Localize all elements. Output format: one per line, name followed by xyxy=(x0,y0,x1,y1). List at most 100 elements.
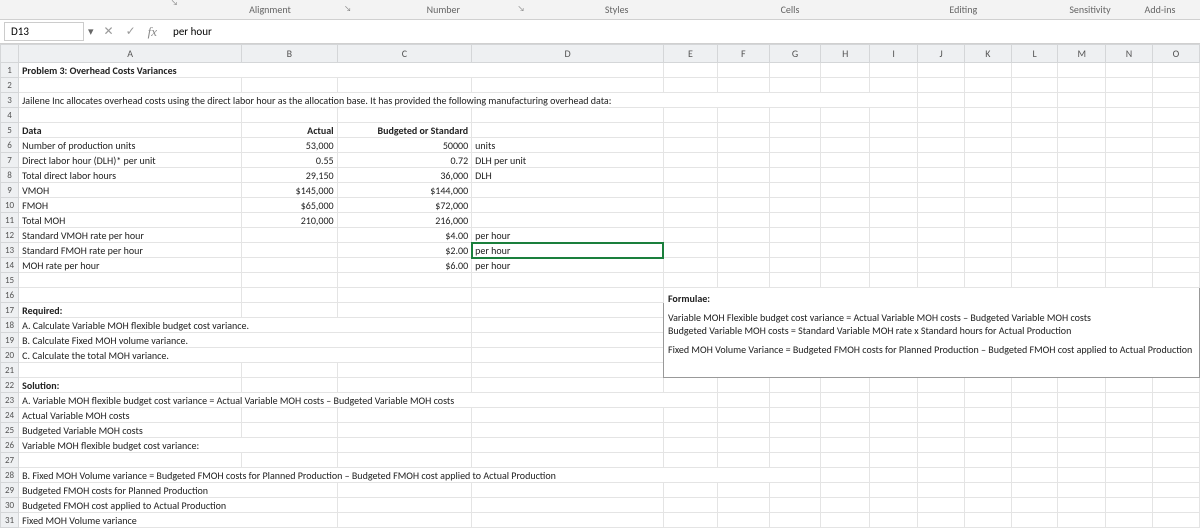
cell[interactable]: Required: xyxy=(19,303,242,318)
row-header[interactable]: 13 xyxy=(1,243,19,258)
row-header[interactable]: 7 xyxy=(1,153,19,168)
cell[interactable]: $72,000 xyxy=(337,198,472,213)
cell[interactable]: per hour xyxy=(472,258,664,273)
cell[interactable]: 50000 xyxy=(337,138,472,153)
row-header[interactable]: 9 xyxy=(1,183,19,198)
col-header[interactable]: C xyxy=(337,45,472,63)
cell[interactable]: Problem 3: Overhead Costs Variances xyxy=(19,63,664,78)
active-cell[interactable]: per hour xyxy=(472,243,664,258)
confirm-icon[interactable]: ✓ xyxy=(122,24,140,39)
select-all-corner[interactable] xyxy=(1,45,19,63)
col-header[interactable]: M xyxy=(1058,45,1106,63)
cell[interactable]: units xyxy=(472,138,664,153)
cell[interactable]: $4.00 xyxy=(337,228,472,243)
row-header[interactable]: 27 xyxy=(1,453,19,468)
col-header[interactable]: K xyxy=(965,45,1012,63)
col-header[interactable]: A xyxy=(19,45,242,63)
row-header[interactable]: 15 xyxy=(1,273,19,288)
cell[interactable]: B. Calculate Fixed MOH volume variance. xyxy=(19,333,472,348)
cell[interactable]: per hour xyxy=(472,228,664,243)
cell[interactable]: Budgeted FMOH costs for Planned Producti… xyxy=(19,483,338,498)
cell[interactable]: B. Fixed MOH Volume variance = Budgeted … xyxy=(19,468,821,483)
col-header[interactable]: F xyxy=(717,45,769,63)
col-header[interactable]: E xyxy=(663,45,717,63)
formula-input[interactable]: per hour xyxy=(167,23,1200,40)
cell[interactable]: Number of production units xyxy=(19,138,242,153)
row-header[interactable]: 19 xyxy=(1,333,19,348)
cell[interactable]: 216,000 xyxy=(337,213,472,228)
cell[interactable]: DLH xyxy=(472,168,664,183)
cell[interactable]: $145,000 xyxy=(242,183,338,198)
worksheet-grid[interactable]: A B C D E F G H I J K L M N O 1 Problem … xyxy=(0,44,1200,528)
row-header[interactable]: 8 xyxy=(1,168,19,183)
cell[interactable]: Budgeted Variable MOH costs xyxy=(19,423,242,438)
col-header[interactable]: H xyxy=(821,45,869,63)
cell[interactable]: $65,000 xyxy=(242,198,338,213)
cell[interactable]: Data xyxy=(19,123,242,138)
row-header[interactable]: 16 xyxy=(1,288,19,303)
cell[interactable]: 53,000 xyxy=(242,138,338,153)
cell[interactable]: Jailene Inc allocates overhead costs usi… xyxy=(19,93,918,108)
col-header[interactable]: G xyxy=(769,45,821,63)
row-header[interactable]: 11 xyxy=(1,213,19,228)
row-header[interactable]: 5 xyxy=(1,123,19,138)
cell[interactable]: Variable MOH flexible budget cost varian… xyxy=(19,438,338,453)
worksheet-area[interactable]: A B C D E F G H I J K L M N O 1 Problem … xyxy=(0,44,1200,528)
cell[interactable]: 29,150 xyxy=(242,168,338,183)
cell[interactable]: 0.55 xyxy=(242,153,338,168)
row-header[interactable]: 10 xyxy=(1,198,19,213)
row-header[interactable]: 21 xyxy=(1,363,19,378)
cell[interactable]: Total direct labor hours xyxy=(19,168,242,183)
row-header[interactable]: 25 xyxy=(1,423,19,438)
row-header[interactable]: 2 xyxy=(1,78,19,93)
cell[interactable]: Direct labor hour (DLH)* per unit xyxy=(19,153,242,168)
col-header[interactable]: B xyxy=(242,45,338,63)
row-header[interactable]: 24 xyxy=(1,408,19,423)
cell[interactable]: Budgeted or Standard xyxy=(337,123,472,138)
cell[interactable]: Total MOH xyxy=(19,213,242,228)
cell[interactable]: $144,000 xyxy=(337,183,472,198)
cell[interactable]: 0.72 xyxy=(337,153,472,168)
row-header[interactable]: 26 xyxy=(1,438,19,453)
cell[interactable]: $6.00 xyxy=(337,258,472,273)
formulae-textbox[interactable]: Formulae: Variable MOH Flexible budget c… xyxy=(663,288,1199,378)
cell[interactable]: $2.00 xyxy=(337,243,472,258)
row-header[interactable]: 3 xyxy=(1,93,19,108)
cell[interactable]: A. Variable MOH flexible budget cost var… xyxy=(19,393,718,408)
cell[interactable]: FMOH xyxy=(19,198,242,213)
cell[interactable]: Fixed MOH Volume variance xyxy=(19,513,338,528)
cell[interactable]: VMOH xyxy=(19,183,242,198)
dialog-launcher-icon[interactable]: ↘ xyxy=(169,0,179,8)
cell[interactable]: DLH per unit xyxy=(472,153,664,168)
row-header[interactable]: 29 xyxy=(1,483,19,498)
row-header[interactable]: 22 xyxy=(1,378,19,393)
cell[interactable]: Standard FMOH rate per hour xyxy=(19,243,242,258)
dialog-launcher-icon[interactable]: ↘ xyxy=(516,4,526,14)
row-header[interactable]: 18 xyxy=(1,318,19,333)
fx-icon[interactable]: fx xyxy=(144,24,161,40)
row-header[interactable]: 23 xyxy=(1,393,19,408)
row-header[interactable]: 17 xyxy=(1,303,19,318)
row-header[interactable]: 14 xyxy=(1,258,19,273)
cell[interactable]: C. Calculate the total MOH variance. xyxy=(19,348,472,363)
cell[interactable]: 36,000 xyxy=(337,168,472,183)
cell[interactable]: Budgeted FMOH cost applied to Actual Pro… xyxy=(19,498,338,513)
row-header[interactable]: 31 xyxy=(1,513,19,528)
row-header[interactable]: 30 xyxy=(1,498,19,513)
name-box[interactable]: D13 xyxy=(4,22,84,41)
col-header[interactable]: N xyxy=(1106,45,1153,63)
row-header[interactable]: 4 xyxy=(1,108,19,123)
cancel-icon[interactable]: ✕ xyxy=(100,24,118,39)
cell[interactable]: 210,000 xyxy=(242,213,338,228)
cell[interactable]: A. Calculate Variable MOH flexible budge… xyxy=(19,318,472,333)
col-header[interactable]: O xyxy=(1152,45,1199,63)
row-header[interactable]: 28 xyxy=(1,468,19,483)
cell[interactable]: Standard VMOH rate per hour xyxy=(19,228,242,243)
row-header[interactable]: 6 xyxy=(1,138,19,153)
row-header[interactable]: 1 xyxy=(1,63,19,78)
row-header[interactable]: 20 xyxy=(1,348,19,363)
dialog-launcher-icon[interactable]: ↘ xyxy=(343,4,353,14)
col-header[interactable]: L xyxy=(1011,45,1058,63)
col-header[interactable]: I xyxy=(869,45,917,63)
col-header[interactable]: D xyxy=(472,45,664,63)
